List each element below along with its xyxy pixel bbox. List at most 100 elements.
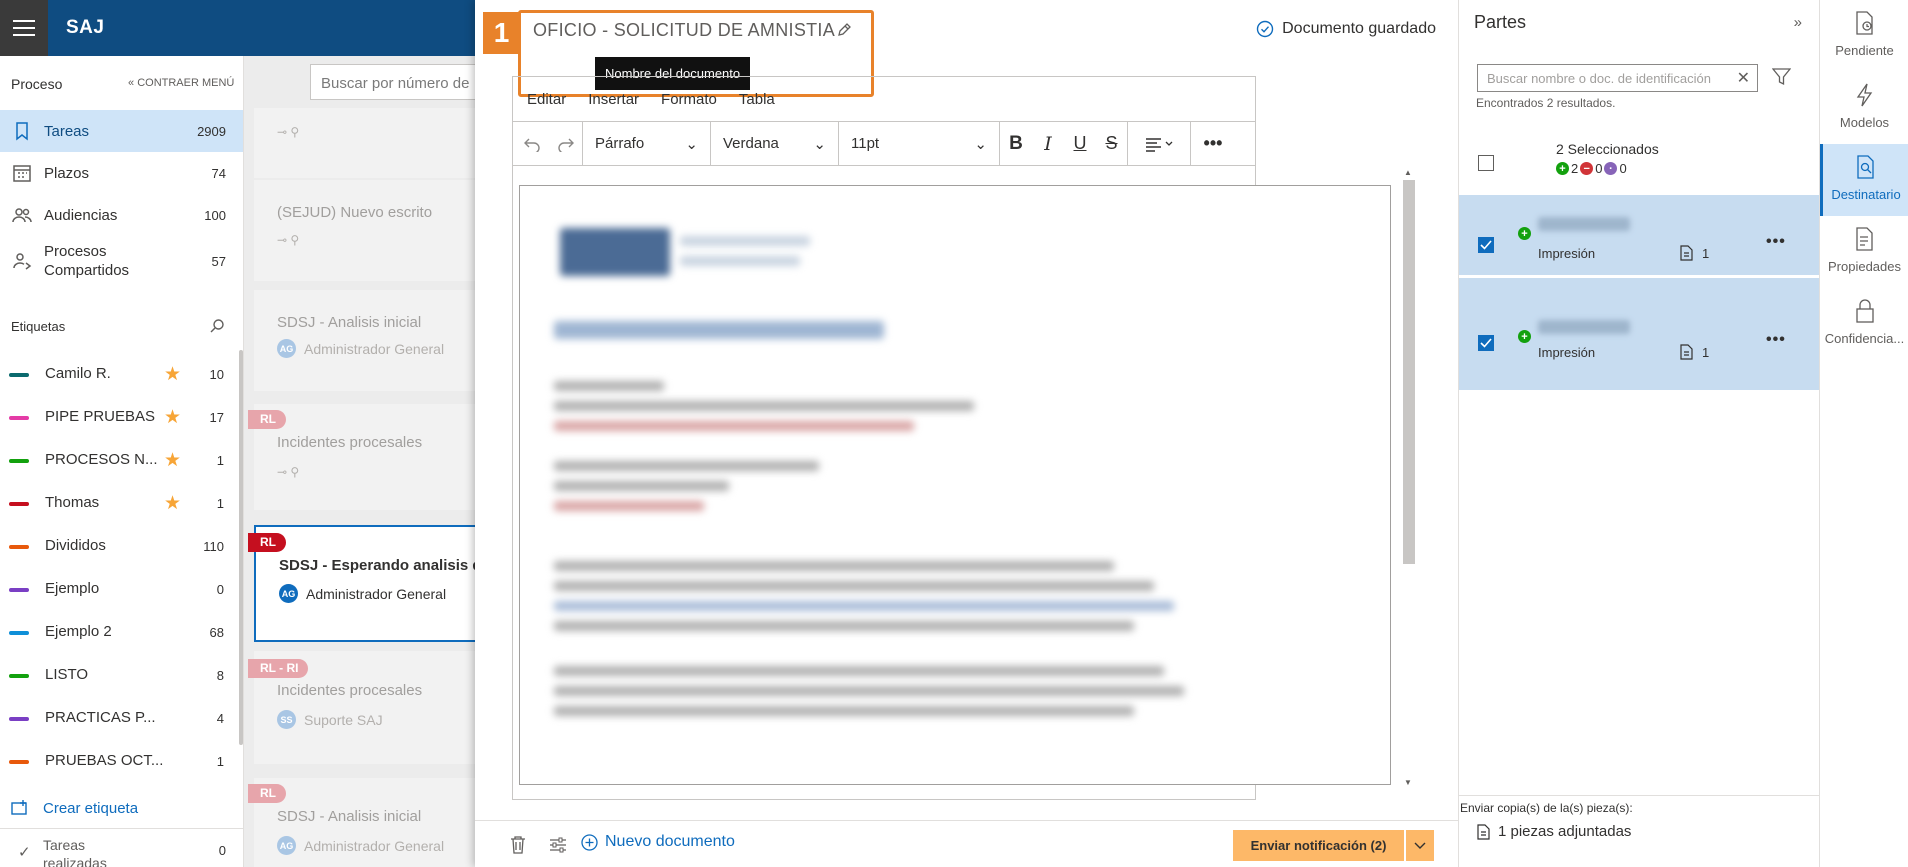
rail-item-confidencialidad[interactable]: Confidencia...	[1820, 288, 1908, 360]
star-icon[interactable]: ★	[164, 449, 181, 472]
sidebar-item-procesos-compartidos[interactable]: Procesos Compartidos 57	[0, 236, 243, 286]
tag-count: 1	[216, 496, 224, 511]
tag-count: 10	[209, 367, 224, 382]
tag-name: LISTO	[45, 666, 89, 683]
party-name-redacted	[1538, 217, 1630, 231]
tag-item[interactable]: Ejemplo 0	[0, 569, 243, 609]
rail-item-propiedades[interactable]: Propiedades	[1820, 216, 1908, 288]
collapse-menu-button[interactable]: « CONTRAER MENÚ	[128, 77, 234, 89]
tag-item[interactable]: Camilo R. ★ 10	[0, 354, 243, 394]
party-doc-count: 1	[1680, 245, 1709, 261]
more-tools-button[interactable]: •••	[1191, 122, 1235, 166]
sidebar-item-plazos[interactable]: Plazos 74	[0, 152, 243, 194]
chevron-down-icon: ⌄	[974, 135, 987, 153]
select-all-checkbox[interactable]	[1478, 155, 1494, 171]
hamburger-menu-icon[interactable]	[0, 0, 48, 56]
redo-button[interactable]	[550, 121, 583, 166]
party-checkbox[interactable]	[1478, 237, 1494, 253]
tag-name: PROCESOS N...	[45, 451, 158, 468]
document-page[interactable]	[519, 185, 1391, 785]
tag-color-bar	[9, 459, 29, 463]
sidebar-item-tareas-realizadas[interactable]: ✓ Tareas realizadas 0	[0, 828, 243, 867]
sidebar-item-label: Plazos	[44, 164, 90, 182]
task-card-selected[interactable]: SDSJ - Esperando analisis d AG Administr…	[254, 525, 482, 642]
tag-color-bar	[9, 717, 29, 721]
menu-tabla[interactable]: Tabla	[739, 91, 775, 121]
tag-item[interactable]: Ejemplo 2 68	[0, 612, 243, 652]
document-scrollbar[interactable]: ▲ ▼	[1401, 166, 1416, 792]
create-tag-link[interactable]: Crear etiqueta	[11, 799, 138, 817]
filter-icon[interactable]	[1772, 68, 1791, 86]
party-doc-count-value: 1	[1702, 344, 1710, 360]
attachments-label: 1 piezas adjuntadas	[1498, 823, 1632, 840]
tag-item[interactable]: Thomas ★ 1	[0, 483, 243, 523]
font-family-select[interactable]: Verdana ⌄	[711, 121, 839, 166]
sidebar-item-tareas[interactable]: Tareas 2909	[0, 110, 243, 152]
document-edit-area[interactable]	[512, 166, 1391, 800]
partes-search-input[interactable]: Buscar nombre o doc. de identificación ✕	[1477, 64, 1758, 92]
menu-editar[interactable]: Editar	[527, 91, 566, 121]
task-card[interactable]: SDSJ - Analisis inicial AG Administrador…	[254, 290, 475, 391]
trash-icon[interactable]	[510, 835, 526, 854]
collapse-panel-icon[interactable]: »	[1794, 14, 1802, 31]
menu-insertar[interactable]: Insertar	[588, 91, 639, 121]
add-circle-icon	[581, 833, 598, 851]
other-circle-icon: ·	[1604, 162, 1618, 175]
task-card[interactable]: (SEJUD) Nuevo escrito ⊸ ⚲	[254, 180, 475, 281]
tag-name: Ejemplo	[45, 580, 100, 597]
tag-item[interactable]: LISTO 8	[0, 655, 243, 695]
menu-formato[interactable]: Formato	[661, 91, 717, 121]
pending-doc-icon	[1855, 11, 1873, 35]
tag-count: 8	[216, 668, 224, 683]
party-checkbox[interactable]	[1478, 335, 1494, 351]
task-assignee: Suporte SAJ	[304, 712, 383, 728]
attachments-link[interactable]: 1 piezas adjuntadas	[1477, 823, 1631, 840]
star-icon[interactable]: ★	[164, 363, 181, 386]
settings-sliders-icon[interactable]	[549, 836, 567, 854]
font-family-value: Verdana	[723, 135, 779, 152]
task-card[interactable]: Incidentes procesales ⊸ ⚲	[254, 404, 475, 510]
tag-count: 1	[216, 453, 224, 468]
task-card[interactable]: SDSJ - Analisis inicial AG Administrador…	[254, 778, 475, 867]
party-row[interactable]: + Impresión 1 •••	[1459, 278, 1820, 390]
tag-item[interactable]: PROCESOS N... ★ 1	[0, 440, 243, 480]
check-icon	[1480, 240, 1492, 250]
font-size-select[interactable]: 11pt ⌄	[839, 121, 1000, 166]
rail-item-destinatario[interactable]: Destinatario	[1820, 144, 1908, 216]
italic-button[interactable]: I	[1032, 122, 1064, 166]
scroll-down-arrow-icon[interactable]: ▼	[1404, 778, 1412, 787]
rail-item-modelos[interactable]: Modelos	[1820, 72, 1908, 144]
tag-item[interactable]: PRUEBAS OCT... 1	[0, 741, 243, 781]
scroll-up-arrow-icon[interactable]: ▲	[1404, 168, 1412, 177]
tag-item[interactable]: Divididos 110	[0, 526, 243, 566]
party-more-icon[interactable]: •••	[1766, 331, 1786, 349]
search-icon[interactable]	[209, 318, 225, 334]
selection-breakdown: +2 −0 · 0	[1556, 161, 1627, 176]
scrollbar-thumb[interactable]	[1403, 180, 1415, 564]
tag-item[interactable]: PIPE PRUEBAS ★ 17	[0, 397, 243, 437]
add-circle-icon: +	[1518, 227, 1531, 240]
recipient-search-icon	[1857, 155, 1874, 179]
sidebar-item-audiencias[interactable]: Audiencias 100	[0, 194, 243, 236]
bold-button[interactable]: B	[1000, 122, 1032, 166]
star-icon[interactable]: ★	[164, 406, 181, 429]
rail-item-pendiente[interactable]: Pendiente	[1820, 0, 1908, 72]
tag-item[interactable]: PRACTICAS P... 4	[0, 698, 243, 738]
underline-button[interactable]: U	[1064, 122, 1096, 166]
new-document-button[interactable]: Nuevo documento	[581, 833, 735, 851]
task-search-input[interactable]: Buscar por número de	[310, 64, 475, 100]
send-notification-button[interactable]: Enviar notificación (2)	[1233, 830, 1404, 861]
redacted-text	[554, 501, 704, 511]
party-more-icon[interactable]: •••	[1766, 233, 1786, 251]
unassigned-person-icon: ⊸ ⚲	[277, 125, 300, 139]
star-icon[interactable]: ★	[164, 492, 181, 515]
strikethrough-button[interactable]: S	[1096, 121, 1128, 166]
party-row[interactable]: + Impresión 1 •••	[1459, 195, 1820, 275]
align-select[interactable]	[1128, 121, 1191, 166]
block-format-select[interactable]: Párrafo ⌄	[583, 121, 711, 166]
undo-button[interactable]	[513, 122, 550, 166]
clear-search-icon[interactable]: ✕	[1732, 68, 1750, 88]
send-options-button[interactable]	[1406, 830, 1434, 861]
unassigned-person-icon: ⊸ ⚲	[277, 233, 300, 247]
task-card[interactable]: ⊸ ⚲	[254, 108, 475, 178]
